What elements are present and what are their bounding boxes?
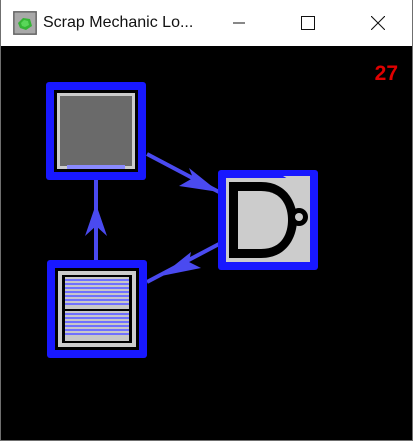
tick-counter: 27 (374, 62, 398, 85)
scrap-mechanic-app-icon (13, 11, 37, 35)
window-title: Scrap Mechanic Lo... (43, 14, 194, 31)
close-icon (371, 16, 385, 30)
nand-gate-block[interactable] (218, 170, 318, 270)
logic-canvas[interactable] (1, 46, 412, 440)
wire-logic-to-memory[interactable] (146, 242, 220, 284)
title-bar[interactable]: Scrap Mechanic Lo... (1, 0, 412, 46)
maximize-icon (301, 16, 315, 30)
close-button[interactable] (355, 0, 401, 46)
timer-block[interactable] (46, 82, 146, 180)
wire-timer-to-logic[interactable] (146, 152, 220, 194)
logic-diagram (46, 82, 318, 358)
arrow-head (179, 168, 219, 192)
wire-memory-to-timer[interactable] (85, 179, 107, 260)
minimize-button[interactable] (216, 0, 262, 46)
memory-block[interactable] (47, 260, 147, 358)
app-window: Scrap Mechanic Lo... 27 (0, 0, 413, 441)
memory-cells (65, 277, 129, 341)
minimize-icon (233, 22, 245, 24)
maximize-button[interactable] (285, 0, 331, 46)
timer-progress-bar (67, 165, 125, 169)
